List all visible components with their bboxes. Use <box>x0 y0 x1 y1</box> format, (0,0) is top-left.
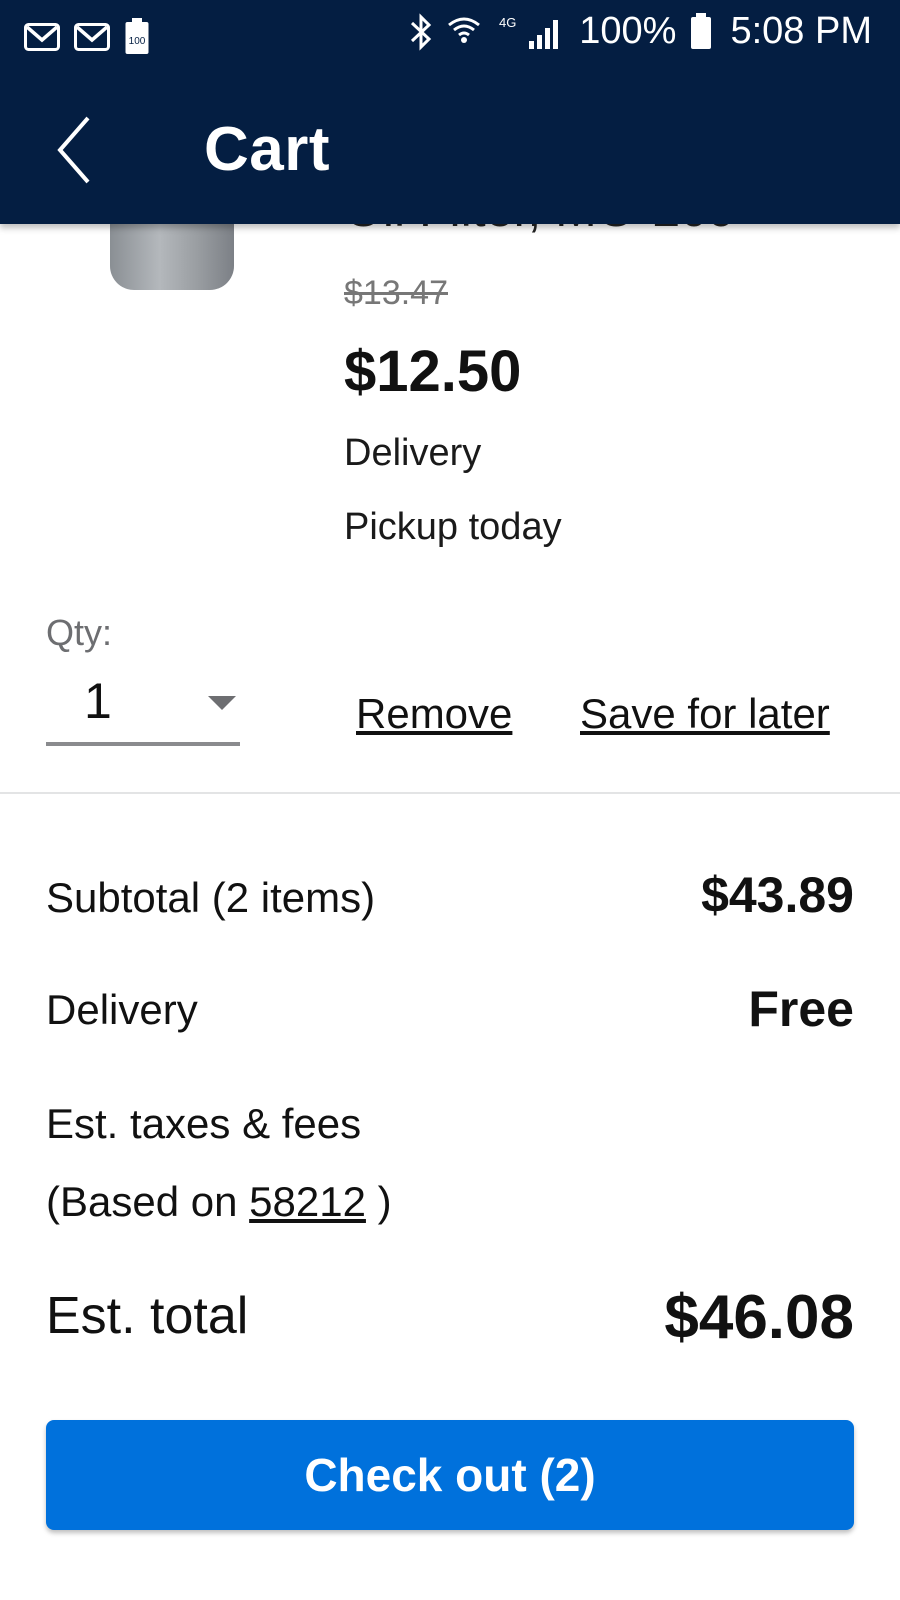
battery-saver-icon: 100 <box>124 18 150 56</box>
chevron-left-icon <box>57 116 90 184</box>
delivery-value: Free <box>748 981 854 1037</box>
network-type-label: 4G <box>499 15 516 30</box>
zip-code-link[interactable]: 58212 <box>249 1178 366 1225</box>
delivery-option: Delivery <box>344 432 482 474</box>
subtotal-value: $43.89 <box>701 867 854 923</box>
status-time: 5:08 PM <box>730 10 872 52</box>
caret-down-icon <box>208 696 236 710</box>
gmail-icon <box>24 23 60 51</box>
app-header: 100 4G 100% 5:08 PM Cart <box>0 0 900 224</box>
signal-icon: 4G <box>495 13 565 51</box>
subtotal-label: Subtotal (2 items) <box>46 874 376 921</box>
qty-label: Qty: <box>46 612 113 653</box>
bluetooth-icon <box>409 12 433 51</box>
divider <box>0 792 900 794</box>
gmail-icon <box>74 23 110 51</box>
based-on-prefix: (Based on <box>46 1178 250 1225</box>
original-price: $13.47 <box>344 274 448 312</box>
checkout-button[interactable]: Check out (2) <box>46 1420 854 1530</box>
page-title: Cart <box>204 115 331 184</box>
based-on-suffix: ) <box>365 1178 392 1225</box>
back-button[interactable] <box>50 110 110 190</box>
current-price: $12.50 <box>344 339 522 404</box>
quantity-dropdown[interactable]: 1 <box>46 672 240 746</box>
est-total-value: $46.08 <box>664 1283 854 1352</box>
est-total-label: Est. total <box>46 1287 249 1345</box>
remove-link[interactable]: Remove <box>356 690 512 738</box>
wifi-icon <box>447 15 481 49</box>
status-bar: 100 4G 100% 5:08 PM <box>0 0 900 72</box>
battery-saver-label: 100 <box>129 36 146 47</box>
delivery-label: Delivery <box>46 986 198 1033</box>
qty-value: 1 <box>84 673 112 729</box>
header-bar: Cart <box>0 80 900 220</box>
pickup-option: Pickup today <box>344 506 562 548</box>
tax-location-note: (Based on 58212 ) <box>46 1178 392 1226</box>
save-for-later-link[interactable]: Save for later <box>580 690 830 738</box>
battery-percentage: 100% <box>579 10 677 52</box>
battery-icon <box>690 12 712 51</box>
taxes-label: Est. taxes & fees <box>46 1100 362 1147</box>
